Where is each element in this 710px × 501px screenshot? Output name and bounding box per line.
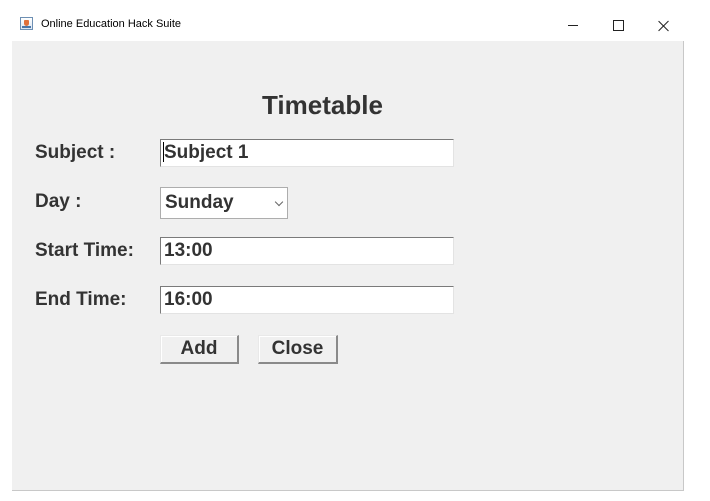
maximize-button[interactable] (595, 9, 641, 41)
minimize-icon (568, 24, 578, 26)
chevron-down-icon (274, 197, 284, 207)
text-caret (163, 142, 164, 162)
window-title: Online Education Hack Suite (41, 18, 182, 30)
java-app-icon (20, 17, 33, 30)
subject-label: Subject : (35, 142, 116, 163)
close-window-button[interactable] (640, 9, 686, 41)
minimize-button[interactable] (550, 9, 596, 41)
page-title: Timetable (262, 90, 383, 120)
day-label: Day : (35, 191, 82, 212)
subject-input[interactable] (160, 139, 454, 167)
maximize-icon (612, 19, 624, 31)
add-button[interactable]: Add (160, 335, 239, 364)
app-window: Online Education Hack Suite Timetable Su… (12, 9, 684, 491)
close-button[interactable]: Close (258, 335, 338, 364)
end-time-input[interactable] (160, 286, 454, 314)
title-bar[interactable]: Online Education Hack Suite (12, 9, 684, 41)
day-select[interactable]: Sunday (160, 187, 288, 219)
end-time-label: End Time: (35, 289, 127, 310)
day-select-value: Sunday (165, 192, 234, 213)
close-icon (658, 20, 669, 31)
start-time-label: Start Time: (35, 240, 134, 261)
start-time-input[interactable] (160, 237, 454, 265)
